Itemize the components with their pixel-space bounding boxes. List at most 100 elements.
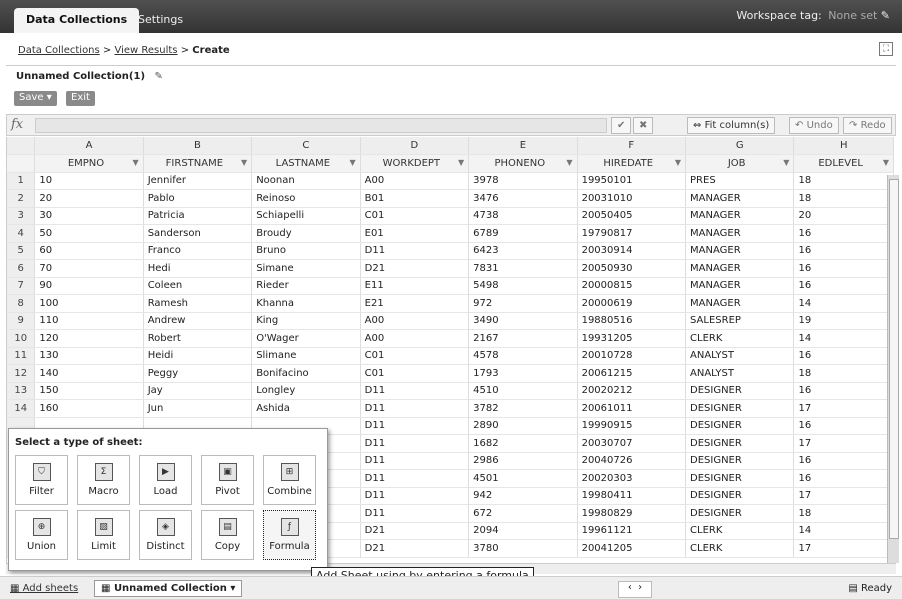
sheet-type-formula[interactable]: ƒ Formula bbox=[263, 510, 316, 560]
table-cell[interactable]: 19 bbox=[793, 312, 894, 330]
table-cell[interactable]: DESIGNER bbox=[685, 469, 795, 488]
sheet-type-limit[interactable]: ▨ Limit bbox=[77, 510, 130, 560]
table-cell[interactable]: 18 bbox=[793, 364, 894, 383]
table-cell[interactable]: ANALYST bbox=[685, 347, 795, 365]
sheet-type-distinct[interactable]: ◈ Distinct bbox=[139, 510, 192, 560]
table-cell[interactable]: 18 bbox=[793, 172, 894, 190]
table-cell[interactable]: Noonan bbox=[251, 172, 361, 190]
table-cell[interactable]: Jay bbox=[143, 382, 253, 400]
table-cell[interactable]: A00 bbox=[360, 312, 470, 330]
column-letter-b[interactable]: B bbox=[143, 137, 253, 155]
sheet-type-combine[interactable]: ⊞ Combine bbox=[263, 455, 316, 505]
row-number[interactable]: 9 bbox=[7, 312, 36, 330]
table-cell[interactable]: Pablo bbox=[143, 189, 253, 208]
table-cell[interactable]: 16 bbox=[793, 347, 894, 365]
field-header-workdept[interactable]: WORKDEPT ▼ bbox=[360, 154, 470, 173]
table-cell[interactable]: DESIGNER bbox=[685, 417, 795, 435]
table-cell[interactable]: 19990915 bbox=[577, 417, 687, 435]
exit-button[interactable]: Exit bbox=[66, 91, 95, 106]
table-cell[interactable]: D11 bbox=[360, 487, 470, 505]
table-cell[interactable]: 110 bbox=[34, 312, 144, 330]
table-cell[interactable]: DESIGNER bbox=[685, 434, 795, 453]
row-number[interactable]: 10 bbox=[7, 329, 36, 348]
sheet-type-copy[interactable]: ▤ Copy bbox=[201, 510, 254, 560]
table-cell[interactable]: Peggy bbox=[143, 364, 253, 383]
formula-input[interactable] bbox=[35, 118, 607, 133]
table-cell[interactable]: 16 bbox=[793, 382, 894, 400]
table-cell[interactable]: 17 bbox=[793, 487, 894, 505]
table-cell[interactable]: Hedi bbox=[143, 259, 253, 278]
table-cell[interactable]: DESIGNER bbox=[685, 504, 795, 523]
table-cell[interactable]: 20030707 bbox=[577, 434, 687, 453]
breadcrumb-data-collections[interactable]: Data Collections bbox=[18, 45, 100, 56]
table-cell[interactable]: 14 bbox=[793, 294, 894, 313]
row-number[interactable]: 4 bbox=[7, 224, 36, 243]
sheet-type-macro[interactable]: Σ Macro bbox=[77, 455, 130, 505]
dropdown-arrow-icon[interactable]: ▼ bbox=[783, 158, 789, 167]
table-cell[interactable]: MANAGER bbox=[685, 189, 795, 208]
table-cell[interactable]: Reinoso bbox=[251, 189, 361, 208]
table-cell[interactable]: 2094 bbox=[468, 522, 578, 540]
table-cell[interactable]: 16 bbox=[793, 452, 894, 470]
table-cell[interactable]: CLERK bbox=[685, 539, 795, 558]
sheet-type-filter[interactable]: ⛉ Filter bbox=[15, 455, 68, 505]
table-cell[interactable]: MANAGER bbox=[685, 207, 795, 225]
table-cell[interactable]: 3490 bbox=[468, 312, 578, 330]
row-number[interactable]: 3 bbox=[7, 207, 36, 225]
save-button[interactable]: Save ▾ bbox=[14, 91, 57, 106]
table-cell[interactable]: 4578 bbox=[468, 347, 578, 365]
dropdown-arrow-icon[interactable]: ▼ bbox=[883, 158, 889, 167]
field-header-firstname[interactable]: FIRSTNAME ▼ bbox=[143, 154, 253, 173]
table-cell[interactable]: Simane bbox=[251, 259, 361, 278]
table-cell[interactable]: 60 bbox=[34, 242, 144, 260]
table-cell[interactable]: C01 bbox=[360, 347, 470, 365]
table-cell[interactable]: 20061215 bbox=[577, 364, 687, 383]
table-cell[interactable]: Sanderson bbox=[143, 224, 253, 243]
add-sheets-link[interactable]: ▦ Add sheets bbox=[10, 583, 78, 594]
dropdown-arrow-icon[interactable]: ▼ bbox=[675, 158, 681, 167]
redo-button[interactable]: ↷ Redo bbox=[843, 117, 892, 134]
table-cell[interactable]: 4501 bbox=[468, 469, 578, 488]
table-cell[interactable]: Franco bbox=[143, 242, 253, 260]
table-cell[interactable]: D11 bbox=[360, 242, 470, 260]
workspace-tag[interactable]: Workspace tag: None set ✎ bbox=[736, 9, 890, 22]
table-cell[interactable]: 90 bbox=[34, 277, 144, 295]
table-cell[interactable]: 3780 bbox=[468, 539, 578, 558]
table-cell[interactable]: 160 bbox=[34, 399, 144, 418]
fullscreen-icon[interactable]: ⛶ bbox=[879, 42, 893, 56]
table-cell[interactable]: CLERK bbox=[685, 329, 795, 348]
table-cell[interactable]: 5498 bbox=[468, 277, 578, 295]
table-cell[interactable]: 10 bbox=[34, 172, 144, 190]
table-cell[interactable]: CLERK bbox=[685, 522, 795, 540]
column-letter-e[interactable]: E bbox=[468, 137, 578, 155]
table-cell[interactable]: D21 bbox=[360, 522, 470, 540]
table-cell[interactable]: 16 bbox=[793, 259, 894, 278]
row-number[interactable]: 5 bbox=[7, 242, 36, 260]
row-number[interactable]: 2 bbox=[7, 189, 36, 208]
table-cell[interactable]: 19980829 bbox=[577, 504, 687, 523]
table-cell[interactable]: D11 bbox=[360, 434, 470, 453]
table-cell[interactable]: 16 bbox=[793, 242, 894, 260]
vertical-scrollbar[interactable] bbox=[887, 175, 899, 563]
table-cell[interactable]: Andrew bbox=[143, 312, 253, 330]
table-cell[interactable]: C01 bbox=[360, 364, 470, 383]
row-number[interactable]: 13 bbox=[7, 382, 36, 400]
table-cell[interactable]: Longley bbox=[251, 382, 361, 400]
table-cell[interactable]: DESIGNER bbox=[685, 487, 795, 505]
table-cell[interactable]: DESIGNER bbox=[685, 382, 795, 400]
table-cell[interactable]: E21 bbox=[360, 294, 470, 313]
table-cell[interactable]: Bruno bbox=[251, 242, 361, 260]
field-header-empno[interactable]: EMPNO ▼ bbox=[34, 154, 144, 173]
table-cell[interactable]: 140 bbox=[34, 364, 144, 383]
table-cell[interactable]: Heidi bbox=[143, 347, 253, 365]
row-number[interactable]: 6 bbox=[7, 259, 36, 278]
table-cell[interactable]: 50 bbox=[34, 224, 144, 243]
table-cell[interactable]: King bbox=[251, 312, 361, 330]
pencil-icon[interactable]: ✎ bbox=[881, 9, 890, 22]
undo-button[interactable]: ↶ Undo bbox=[789, 117, 839, 134]
table-cell[interactable]: 18 bbox=[793, 504, 894, 523]
column-letter-f[interactable]: F bbox=[577, 137, 687, 155]
dropdown-arrow-icon[interactable]: ▼ bbox=[350, 158, 356, 167]
row-number[interactable]: 7 bbox=[7, 277, 36, 295]
table-cell[interactable]: 6423 bbox=[468, 242, 578, 260]
